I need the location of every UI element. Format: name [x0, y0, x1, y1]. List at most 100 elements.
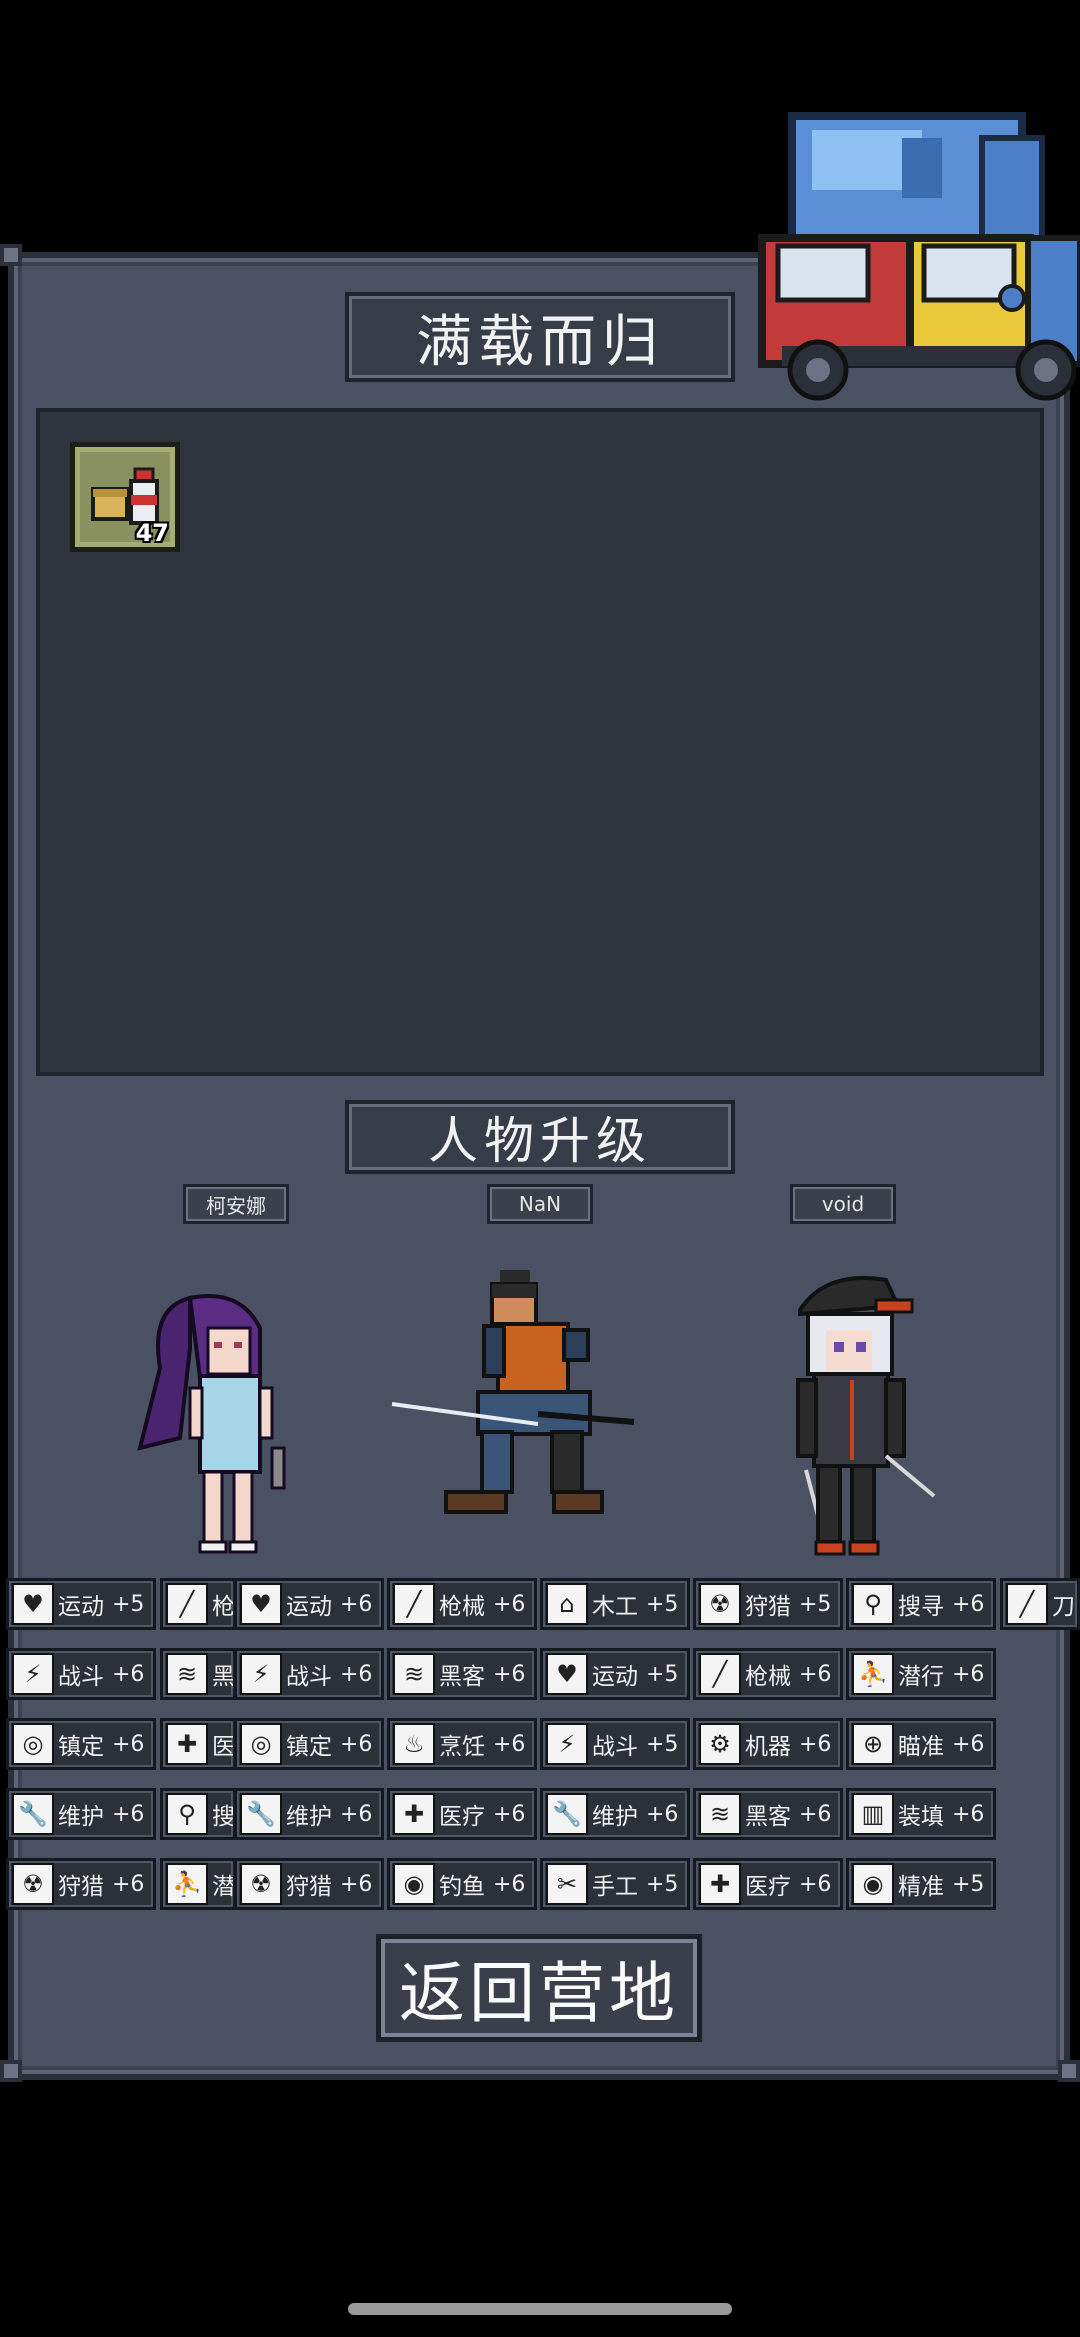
- skill-cell: ☢ 狩猎 +6: [6, 1858, 156, 1910]
- skill-label: 狩猎: [286, 1874, 332, 1900]
- skill-cell: ☢ 狩猎 +5: [693, 1578, 843, 1630]
- skill-bonus: +6: [340, 1731, 373, 1757]
- skill-label: 医疗: [745, 1874, 791, 1900]
- house-icon: ⌂: [546, 1583, 588, 1625]
- skill-cell: ╱ 枪: [160, 1578, 236, 1630]
- character-sprite-nan[interactable]: [388, 1264, 638, 1524]
- goggles-icon: ◎: [12, 1723, 54, 1765]
- wrench-icon: 🔧: [12, 1793, 54, 1835]
- radiation-icon: ☢: [699, 1583, 741, 1625]
- skill-cell: ◎ 镇定 +6: [234, 1718, 384, 1770]
- skill-label: 运动: [592, 1664, 638, 1690]
- skill-bonus: +6: [799, 1801, 832, 1827]
- sneak-icon: ⛹: [852, 1653, 894, 1695]
- skill-cell: ◉ 精准 +5: [846, 1858, 996, 1910]
- skill-cell: ♥ 运动 +6: [234, 1578, 384, 1630]
- skill-bonus: +6: [493, 1661, 526, 1687]
- game-screen: 满载而归 47 人物升级 柯安娜 NaN void ♥ 运动 +5 ╱ 枪 ♥ …: [0, 0, 1080, 2337]
- eye-icon: ◉: [852, 1863, 894, 1905]
- circuit-icon: ≋: [393, 1653, 435, 1695]
- skill-cell: ♨ 烹饪 +6: [387, 1718, 537, 1770]
- skill-bonus: +6: [112, 1661, 145, 1687]
- panel-rivet: [0, 244, 22, 266]
- circuit-icon: ≋: [166, 1653, 208, 1695]
- skill-cell: ⚙ 机器 +6: [693, 1718, 843, 1770]
- skill-label: 潜: [212, 1874, 235, 1900]
- skill-bonus: +6: [952, 1661, 985, 1687]
- return-to-camp-button[interactable]: 返回营地: [376, 1934, 702, 2042]
- skill-label: 搜寻: [898, 1594, 944, 1620]
- panel-rivet: [1058, 2060, 1080, 2082]
- magnifier-icon: ⚲: [852, 1583, 894, 1625]
- wrench-icon: 🔧: [240, 1793, 282, 1835]
- skill-bonus: +6: [646, 1801, 679, 1827]
- magnifier-icon: ⚲: [166, 1793, 208, 1835]
- gear-icon: ⚙: [699, 1723, 741, 1765]
- skill-label: 烹饪: [439, 1734, 485, 1760]
- skill-bonus: +6: [952, 1591, 985, 1617]
- skill-cell: ⚡ 战斗 +6: [234, 1648, 384, 1700]
- skill-cell: ◉ 钓鱼 +6: [387, 1858, 537, 1910]
- skill-cell: ♥ 运动 +5: [6, 1578, 156, 1630]
- skill-bonus: +6: [493, 1871, 526, 1897]
- skill-bonus: +6: [112, 1731, 145, 1757]
- character-name-tag: NaN: [487, 1184, 593, 1224]
- home-indicator: [348, 2303, 732, 2315]
- skill-bonus: +5: [646, 1731, 679, 1757]
- section-title-upgrade: 人物升级: [345, 1100, 735, 1174]
- skill-bonus: +5: [112, 1591, 145, 1617]
- gun-icon: ╱: [393, 1583, 435, 1625]
- skill-cell: ╱ 刀: [1000, 1578, 1080, 1630]
- skill-cell: ⛹ 潜: [160, 1858, 236, 1910]
- skill-bonus: +6: [799, 1661, 832, 1687]
- skill-label: 医疗: [439, 1804, 485, 1830]
- medkit-icon: ✚: [699, 1863, 741, 1905]
- truck-illustration: [758, 112, 1080, 401]
- skill-cell: ╱ 枪械 +6: [387, 1578, 537, 1630]
- panel-rivet: [0, 2060, 22, 2082]
- skill-label: 战斗: [58, 1664, 104, 1690]
- skill-label: 狩猎: [745, 1594, 791, 1620]
- loot-slot[interactable]: 47: [70, 442, 180, 552]
- skill-label: 战斗: [286, 1664, 332, 1690]
- skill-cell: ⛹ 潜行 +6: [846, 1648, 996, 1700]
- skill-bonus: +6: [340, 1661, 373, 1687]
- radiation-icon: ☢: [240, 1863, 282, 1905]
- skill-label: 刀: [1052, 1594, 1075, 1620]
- gun-icon: ╱: [699, 1653, 741, 1695]
- skill-label: 维护: [592, 1804, 638, 1830]
- skill-cell: ◎ 镇定 +6: [6, 1718, 156, 1770]
- skill-label: 木工: [592, 1594, 638, 1620]
- skill-bonus: +6: [112, 1801, 145, 1827]
- medkit-icon: ✚: [166, 1723, 208, 1765]
- gun-icon: ╱: [166, 1583, 208, 1625]
- skill-cell: ≋ 黑客 +6: [693, 1788, 843, 1840]
- skill-label: 战斗: [592, 1734, 638, 1760]
- skill-cell: ⚡ 战斗 +5: [540, 1718, 690, 1770]
- circuit-icon: ≋: [699, 1793, 741, 1835]
- skill-bonus: +6: [493, 1591, 526, 1617]
- skill-label: 机器: [745, 1734, 791, 1760]
- skill-bonus: +6: [112, 1871, 145, 1897]
- skill-cell: ▥ 装填 +6: [846, 1788, 996, 1840]
- character-sprite-void[interactable]: [786, 1270, 946, 1560]
- character-sprite-keanna[interactable]: [130, 1288, 300, 1558]
- skill-cell: ≋ 黑: [160, 1648, 236, 1700]
- skill-label: 黑客: [745, 1804, 791, 1830]
- skill-bonus: +6: [952, 1731, 985, 1757]
- knife-icon: ╱: [1006, 1583, 1048, 1625]
- skill-cell: ☢ 狩猎 +6: [234, 1858, 384, 1910]
- skill-label: 维护: [286, 1804, 332, 1830]
- skill-bonus: +6: [340, 1801, 373, 1827]
- skill-label: 运动: [286, 1594, 332, 1620]
- skill-label: 运动: [58, 1594, 104, 1620]
- skill-label: 潜行: [898, 1664, 944, 1690]
- loot-count: 47: [135, 519, 169, 547]
- heart-icon: ♥: [240, 1583, 282, 1625]
- axe-icon: ⚡: [546, 1723, 588, 1765]
- skill-label: 枪: [212, 1594, 235, 1620]
- skill-cell: ✂ 手工 +5: [540, 1858, 690, 1910]
- axe-icon: ⚡: [240, 1653, 282, 1695]
- heart-icon: ♥: [546, 1653, 588, 1695]
- skill-bonus: +6: [340, 1591, 373, 1617]
